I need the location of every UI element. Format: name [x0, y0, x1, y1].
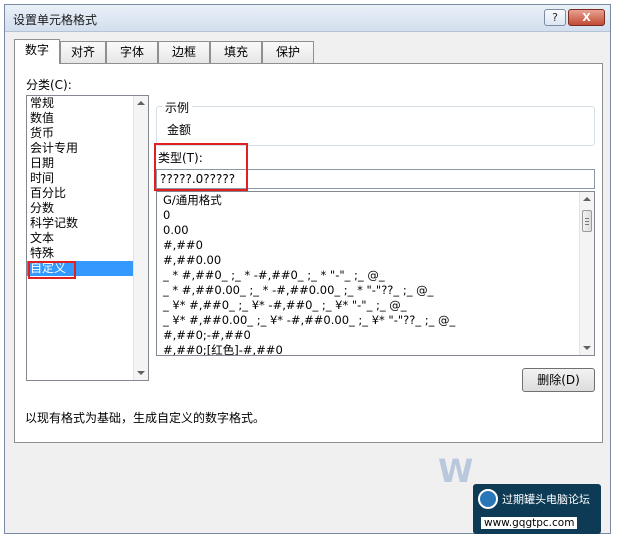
close-button[interactable]: X	[568, 9, 605, 26]
sample-label: 示例	[162, 99, 193, 116]
category-item-special[interactable]: 特殊	[27, 246, 148, 261]
category-item-fraction[interactable]: 分数	[27, 201, 148, 216]
format-item[interactable]: #,##0	[157, 238, 594, 253]
category-item-text[interactable]: 文本	[27, 231, 148, 246]
scroll-thumb[interactable]	[582, 210, 592, 232]
dialog-title: 设置单元格格式	[13, 13, 98, 27]
category-scrollbar[interactable]	[133, 96, 148, 380]
type-input[interactable]	[156, 169, 595, 189]
format-item[interactable]: #,##0;-#,##0	[157, 328, 594, 343]
format-item[interactable]: #,##0;[红色]-#,##0	[157, 343, 594, 355]
format-item[interactable]: #,##0.00	[157, 253, 594, 268]
category-item-general[interactable]: 常规	[27, 96, 148, 111]
format-item[interactable]: 0.00	[157, 223, 594, 238]
help-button[interactable]: ?	[544, 9, 566, 26]
scroll-up-arrow-icon[interactable]	[583, 197, 591, 201]
category-item-percentage[interactable]: 百分比	[27, 186, 148, 201]
forum-logo-icon	[478, 489, 498, 509]
scroll-down-arrow-icon[interactable]	[583, 346, 591, 350]
sample-value: 金额	[167, 123, 192, 137]
number-tab-panel: 分类(C): 常规 数值 货币 会计专用 日期 时间 百分比 分数 科学记数 文…	[14, 63, 603, 443]
format-item[interactable]: _ * #,##0_ ;_ * -#,##0_ ;_ * "-"_ ;_ @_	[157, 268, 594, 283]
category-label: 分类(C):	[26, 78, 72, 92]
category-item-scientific[interactable]: 科学记数	[27, 216, 148, 231]
tab-alignment[interactable]: 对齐	[60, 41, 106, 63]
tab-protection[interactable]: 保护	[262, 41, 314, 63]
title-bar[interactable]: 设置单元格格式 ? X	[5, 5, 610, 32]
delete-button[interactable]: 删除(D)	[522, 368, 595, 392]
tab-fill[interactable]: 填充	[210, 41, 262, 63]
format-item[interactable]: 0	[157, 208, 594, 223]
tab-number[interactable]: 数字	[14, 39, 60, 64]
sample-group: 金额	[156, 106, 595, 146]
watermark-logo-icon: W	[438, 452, 474, 490]
category-item-accounting[interactable]: 会计专用	[27, 141, 148, 156]
format-scrollbar[interactable]	[579, 192, 594, 355]
format-cells-dialog: 设置单元格格式 ? X 数字 对齐 字体 边框 填充 保护 分类(C): 常规 …	[4, 4, 611, 534]
category-item-time[interactable]: 时间	[27, 171, 148, 186]
category-item-custom[interactable]: 自定义	[27, 261, 148, 276]
format-item[interactable]: _ * #,##0.00_ ;_ * -#,##0.00_ ;_ * "-"??…	[157, 283, 594, 298]
category-list[interactable]: 常规 数值 货币 会计专用 日期 时间 百分比 分数 科学记数 文本 特殊 自定…	[26, 95, 149, 381]
watermark-badge: 过期罐头电脑论坛 www.gqgtpc.com	[473, 484, 601, 534]
format-item[interactable]: _ ¥* #,##0.00_ ;_ ¥* -#,##0.00_ ;_ ¥* "-…	[157, 313, 594, 328]
type-label: 类型(T):	[158, 151, 203, 165]
format-item[interactable]: _ ¥* #,##0_ ;_ ¥* -#,##0_ ;_ ¥* "-"_ ;_ …	[157, 298, 594, 313]
category-item-number[interactable]: 数值	[27, 111, 148, 126]
scroll-up-arrow-icon[interactable]	[137, 101, 145, 105]
category-item-date[interactable]: 日期	[27, 156, 148, 171]
format-item[interactable]: G/通用格式	[157, 193, 594, 208]
description-text: 以现有格式为基础，生成自定义的数字格式。	[25, 411, 266, 425]
badge-title: 过期罐头电脑论坛	[502, 493, 590, 506]
format-list[interactable]: G/通用格式 0 0.00 #,##0 #,##0.00 _ * #,##0_ …	[156, 191, 595, 356]
tab-border[interactable]: 边框	[158, 41, 210, 63]
tab-font[interactable]: 字体	[106, 41, 158, 63]
badge-url: www.gqgtpc.com	[481, 517, 578, 529]
scroll-down-arrow-icon[interactable]	[137, 371, 145, 375]
category-item-currency[interactable]: 货币	[27, 126, 148, 141]
